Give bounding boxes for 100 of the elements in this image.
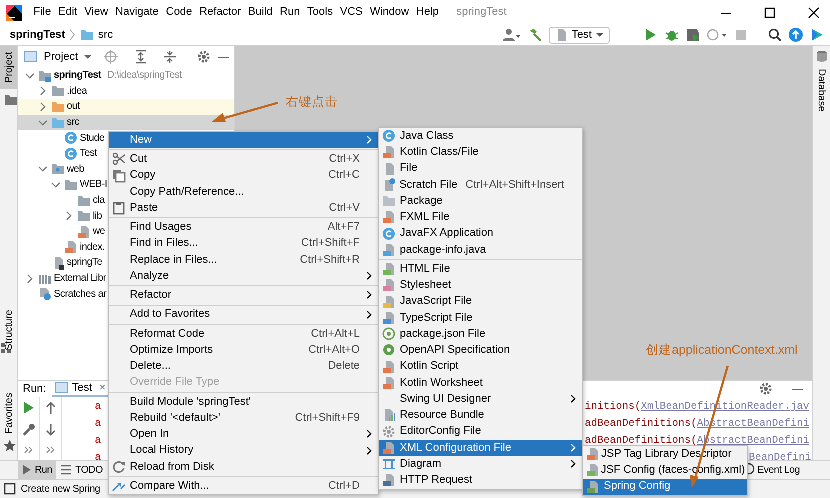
- close-icon[interactable]: ×: [99, 380, 106, 396]
- database-icon[interactable]: [816, 50, 828, 63]
- menu-item[interactable]: Stylesheet: [379, 277, 582, 294]
- down-arrow-icon[interactable]: [44, 423, 58, 437]
- tree-item[interactable]: Test: [18, 146, 98, 162]
- tool-window-tab[interactable]: Database: [812, 63, 830, 118]
- menu-item[interactable]: Copy Ctrl+C: [109, 168, 378, 184]
- menu-item[interactable]: HTTP Request: [379, 472, 582, 488]
- run-config-dropdown[interactable]: Test: [548, 26, 610, 44]
- expand-all-icon[interactable]: [134, 50, 148, 64]
- wrench-icon[interactable]: [22, 423, 36, 437]
- star-icon[interactable]: [4, 440, 16, 452]
- maximize-icon[interactable]: [764, 6, 776, 18]
- update-icon[interactable]: [789, 28, 803, 42]
- checkbox-icon[interactable]: [4, 483, 16, 495]
- run-icon[interactable]: [22, 401, 36, 415]
- tree-item[interactable]: src: [18, 114, 234, 130]
- menu-item[interactable]: New: [109, 132, 378, 148]
- tool-window-tab[interactable]: Structure: [0, 304, 19, 357]
- tree-item[interactable]: we: [18, 224, 106, 240]
- menu-item[interactable]: Kotlin Script: [379, 358, 582, 375]
- caret-icon[interactable]: [84, 54, 92, 60]
- menu-item[interactable]: Compare With... Ctrl+D: [109, 478, 378, 494]
- tree-item[interactable]: springTest D:\idea\springTest: [18, 68, 182, 84]
- tree-item[interactable]: web: [18, 162, 84, 178]
- up-arrow-icon[interactable]: [44, 401, 58, 415]
- menu-item[interactable]: Package: [379, 193, 582, 210]
- menu-item[interactable]: Find Usages Alt+F7: [109, 219, 378, 236]
- tree-item[interactable]: Scratches ar: [18, 286, 107, 302]
- menu-item[interactable]: Find in Files... Ctrl+Shift+F: [109, 236, 378, 252]
- menu-item[interactable]: Cut Ctrl+X: [109, 151, 378, 168]
- tool-tab[interactable]: TODO: [56, 461, 107, 479]
- close-icon[interactable]: [808, 6, 820, 18]
- search-icon[interactable]: [768, 28, 782, 42]
- menu-item[interactable]: JavaFX Application: [379, 226, 582, 242]
- profiler-icon[interactable]: [707, 28, 727, 42]
- breadcrumb[interactable]: springTest: [10, 26, 66, 44]
- menu-item[interactable]: Java Class: [379, 128, 582, 144]
- panel-title[interactable]: Project: [44, 48, 78, 66]
- menu-item[interactable]: Spring Config: [583, 478, 747, 495]
- menu-item[interactable]: Refactor: [109, 287, 378, 304]
- menu-item[interactable]: File: [379, 160, 582, 177]
- menu-item[interactable]: Local History: [109, 442, 378, 459]
- tree-item[interactable]: Stude: [18, 130, 105, 146]
- menu-bar-item[interactable]: Code: [162, 4, 196, 21]
- tree-item[interactable]: External Libr: [18, 270, 106, 286]
- gear-icon[interactable]: [759, 382, 773, 396]
- tool-window-tab[interactable]: Project: [0, 46, 17, 90]
- hammer-icon[interactable]: [528, 28, 542, 42]
- menu-item[interactable]: Build Module 'springTest': [109, 394, 378, 410]
- menu-item[interactable]: Replace in Files... Ctrl+Shift+R: [109, 252, 378, 268]
- breadcrumb[interactable]: src: [98, 26, 114, 44]
- menu-item[interactable]: Swing UI Designer: [379, 391, 582, 408]
- menu-item[interactable]: Diagram: [379, 456, 582, 472]
- more-icon[interactable]: [24, 445, 34, 455]
- menu-item[interactable]: Resource Bundle: [379, 407, 582, 424]
- tool-tab[interactable]: Run: [18, 461, 56, 479]
- tree-item[interactable]: index.: [18, 240, 105, 256]
- menu-item[interactable]: Paste Ctrl+V: [109, 200, 378, 216]
- menu-bar-item[interactable]: Edit: [54, 4, 82, 21]
- collapse-all-icon[interactable]: [162, 50, 177, 64]
- menu-item[interactable]: Delete... Delete: [109, 358, 378, 374]
- user-icon[interactable]: [502, 28, 521, 42]
- menu-bar-item[interactable]: Run: [276, 4, 304, 21]
- menu-item[interactable]: Optimize Imports Ctrl+Alt+O: [109, 342, 378, 358]
- bug-icon[interactable]: [665, 28, 679, 42]
- menu-bar-item[interactable]: Window: [366, 4, 413, 21]
- menu-item[interactable]: Kotlin Worksheet: [379, 374, 582, 391]
- run-icon[interactable]: [644, 28, 658, 42]
- menu-item[interactable]: JavaScript File: [379, 294, 582, 310]
- menu-item[interactable]: Open In: [109, 426, 378, 442]
- gear-icon[interactable]: [197, 50, 211, 64]
- tree-item[interactable]: lib: [18, 208, 102, 224]
- coverage-icon[interactable]: [686, 28, 700, 42]
- menu-item[interactable]: HTML File: [379, 261, 582, 278]
- menu-bar-item[interactable]: VCS: [336, 4, 366, 21]
- menu-item[interactable]: package.json File: [379, 326, 582, 342]
- menu-item[interactable]: package-info.java: [379, 242, 582, 258]
- menu-bar-item[interactable]: File: [30, 4, 55, 21]
- menu-item[interactable]: OpenAPI Specification: [379, 342, 582, 358]
- menu-item[interactable]: Kotlin Class/File: [379, 144, 582, 160]
- menu-bar-item[interactable]: Help: [412, 4, 443, 21]
- menu-item[interactable]: EditorConfig File: [379, 424, 582, 440]
- more-icon[interactable]: [46, 445, 56, 455]
- tree-item[interactable]: out: [18, 99, 234, 115]
- menu-bar-item[interactable]: Build: [244, 4, 276, 21]
- menu-item[interactable]: Reformat Code Ctrl+Alt+L: [109, 326, 378, 342]
- tree-item[interactable]: springTe: [18, 255, 102, 271]
- menu-bar-item[interactable]: View: [81, 4, 112, 21]
- menu-item[interactable]: XML Configuration File: [379, 440, 582, 456]
- menu-bar-item[interactable]: Tools: [304, 4, 337, 21]
- menu-item[interactable]: Reload from Disk: [109, 458, 378, 475]
- menu-bar-item[interactable]: Navigate: [112, 4, 163, 21]
- tool-window-tab[interactable]: Favorites: [0, 386, 17, 440]
- menu-bar-item[interactable]: Refactor: [196, 4, 245, 21]
- toolbox-icon[interactable]: [810, 28, 824, 42]
- tree-item[interactable]: WEB-I: [18, 177, 108, 193]
- menu-item[interactable]: TypeScript File: [379, 310, 582, 326]
- tree-item[interactable]: .idea: [18, 84, 88, 100]
- menu-item[interactable]: Rebuild '<default>' Ctrl+Shift+F9: [109, 410, 378, 426]
